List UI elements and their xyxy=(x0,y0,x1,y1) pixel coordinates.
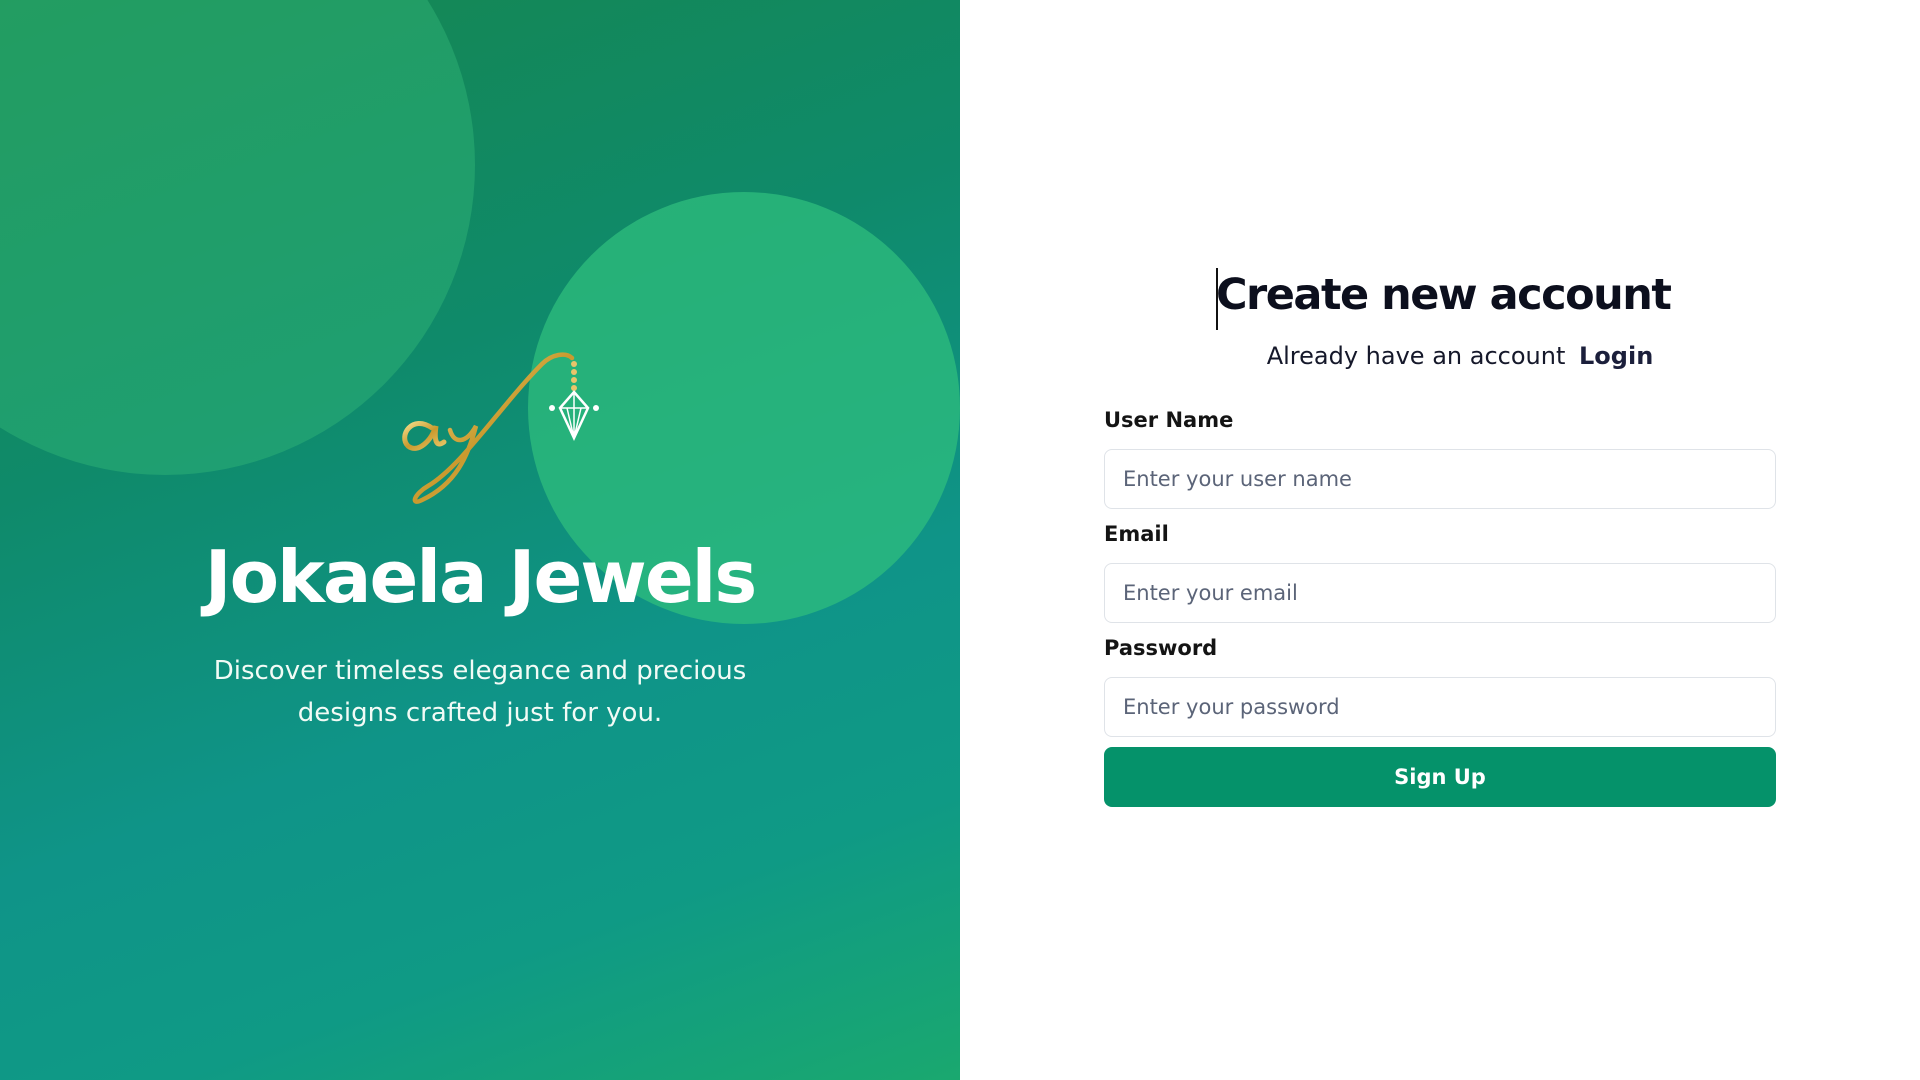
brand-tagline: Discover timeless elegance and precious … xyxy=(213,656,747,728)
form-heading: Create new account xyxy=(1216,270,1672,320)
email-label: Email xyxy=(1104,522,1169,546)
password-label: Password xyxy=(1104,636,1218,660)
login-link[interactable]: Login xyxy=(1579,342,1653,370)
login-prompt-text: Already have an account xyxy=(1266,342,1566,370)
email-input[interactable] xyxy=(1104,563,1776,623)
username-input[interactable] xyxy=(1104,449,1776,509)
username-label: User Name xyxy=(1104,408,1234,432)
password-input[interactable] xyxy=(1104,677,1776,737)
brand-title: Jokaela Jewels xyxy=(204,535,757,619)
signup-page: Jokaela Jewels Discover timeless eleganc… xyxy=(0,0,1920,1080)
signup-form-panel: Create new account Already have an accou… xyxy=(960,0,1920,1080)
sign-up-button[interactable]: Sign Up xyxy=(1104,747,1776,807)
brand-panel: Jokaela Jewels Discover timeless eleganc… xyxy=(0,0,960,1080)
login-prompt-line: Already have an account Login xyxy=(960,342,1920,370)
aj-monogram-logo-icon xyxy=(392,344,622,514)
